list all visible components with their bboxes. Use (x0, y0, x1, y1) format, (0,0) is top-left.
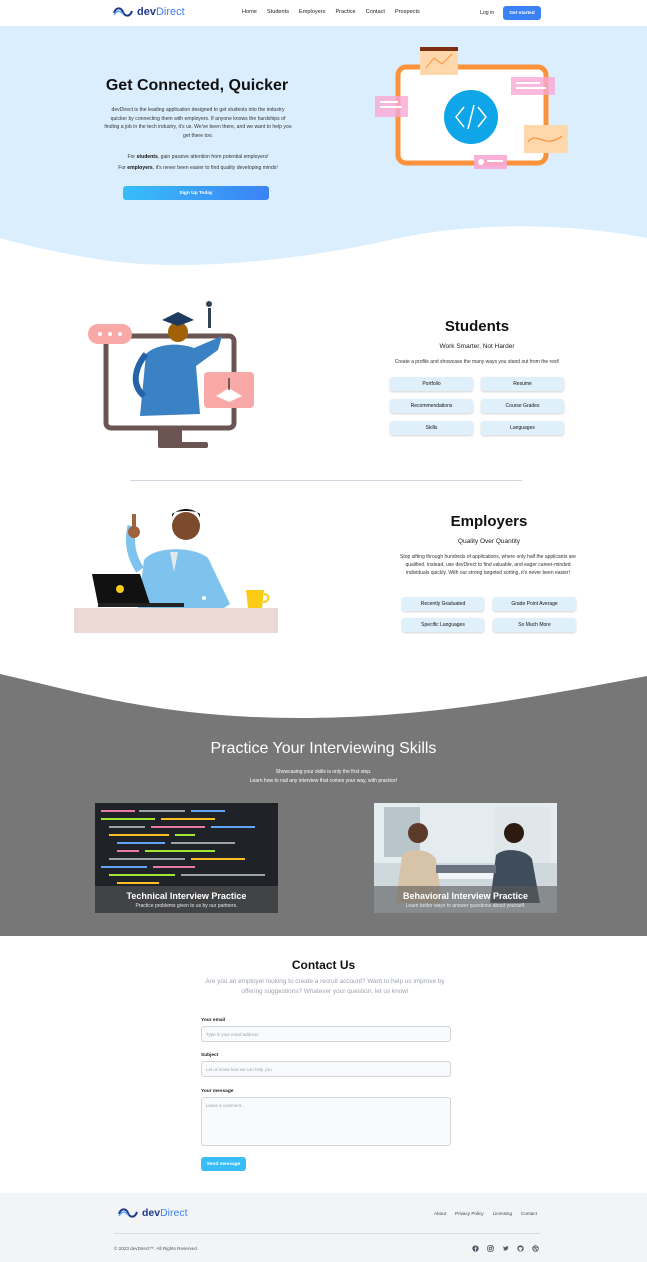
technical-interview-card[interactable]: Technical Interview Practice Practice pr… (95, 803, 278, 913)
student-illustration (88, 301, 254, 448)
footer-link-licensing[interactable]: Licensing (493, 1211, 512, 1216)
hero-employers-line: For employers, it's never been easier to… (90, 165, 306, 171)
feature-so-much-more[interactable]: So Much More (493, 618, 576, 632)
logo-dev-text: dev (137, 6, 156, 18)
dribbble-icon[interactable] (532, 1245, 539, 1252)
logo-direct-text: Direct (155, 6, 185, 18)
twitter-icon[interactable] (502, 1245, 509, 1252)
footer-logo-dev-text: dev (142, 1207, 161, 1219)
subject-field[interactable]: Let us know how we can help you (201, 1061, 451, 1077)
behavioral-card-title: Behavioral Interview Practice (402, 891, 529, 901)
technical-card-caption: Technical Interview Practice Practice pr… (95, 886, 278, 913)
footer-divider (114, 1233, 540, 1234)
students-title: Students (444, 318, 510, 335)
message-textarea[interactable]: Leave a comment... (201, 1097, 451, 1146)
email-label: Your email (201, 1018, 226, 1023)
technical-card-subtitle: Practice problems given to us by our par… (135, 903, 238, 909)
nav-link-home[interactable]: Home (242, 9, 257, 15)
hero-employers-bold: employers (127, 165, 153, 171)
footer-copyright: © 2023 devDirect™. All Rights Reserved. (114, 1246, 199, 1251)
employer-illustration (74, 509, 278, 633)
nav-link-students[interactable]: Students (267, 9, 289, 15)
hero-title: Get Connected, Quicker (105, 77, 289, 94)
feature-grade-point-average[interactable]: Grade Point Average (493, 597, 576, 611)
email-field[interactable]: Type in your email address (201, 1026, 451, 1042)
get-started-button[interactable]: Get started (503, 6, 541, 20)
section-divider (130, 480, 522, 481)
nav-link-contact[interactable]: Contact (366, 9, 385, 15)
footer-link-contact[interactable]: Contact (521, 1211, 537, 1216)
employers-title: Employers (450, 513, 528, 530)
hero-description: devDirect is the leading application des… (104, 107, 292, 139)
top-navbar: devDirect Home Students Employers Practi… (0, 0, 647, 26)
footer-logo[interactable]: devDirect (117, 1207, 188, 1219)
login-link[interactable]: Log in (480, 10, 494, 16)
nav-link-prospects[interactable]: Prospects (395, 9, 420, 15)
send-message-button[interactable]: Send message (201, 1157, 246, 1171)
practice-subtitle-line-2: Learn how to nail any interview that com… (249, 777, 398, 784)
hero-illustration (375, 47, 568, 169)
practice-subtitle: Showcasing your skills is only the first… (0, 768, 647, 785)
nav-link-employers[interactable]: Employers (299, 9, 325, 15)
sign-up-button[interactable]: Sign Up Today (123, 186, 269, 200)
hero-students-bold: students (136, 154, 158, 160)
github-icon[interactable] (517, 1245, 524, 1252)
feature-portfolio[interactable]: Portfolio (390, 377, 473, 391)
hero-students-prefix: For (127, 154, 137, 160)
students-subtitle: Work Smarter, Not Harder (439, 343, 515, 350)
hero-employers-rest: , it's never been easier to find quality… (152, 165, 278, 171)
feature-course-grades[interactable]: Course Grades (481, 399, 564, 413)
behavioral-card-subtitle: Learn better ways to answer questions ab… (405, 903, 526, 909)
hero-section: Get Connected, Quicker devDirect is the … (0, 26, 647, 266)
practice-subtitle-line-1: Showcasing your skills is only the first… (275, 769, 372, 775)
logo-icon (113, 7, 133, 17)
employers-subtitle: Quality Over Quantity (457, 538, 521, 545)
feature-skills[interactable]: Skills (390, 421, 473, 435)
contact-title: Contact Us (291, 958, 356, 972)
feature-languages[interactable]: Languages (481, 421, 564, 435)
footer-logo-direct-text: Direct (160, 1207, 188, 1219)
footer: devDirect About Privacy Policy Licensing… (0, 1193, 647, 1262)
nav-link-practice[interactable]: Practice (335, 9, 355, 15)
hero-students-rest: , gain passive attention from potential … (157, 154, 269, 160)
message-label: Your message (201, 1089, 234, 1094)
brand-logo[interactable]: devDirect (112, 6, 185, 18)
practice-title: Practice Your Interviewing Skills (210, 740, 437, 757)
feature-resume[interactable]: Resume (481, 377, 564, 391)
hero-students-line: For students, gain passive attention fro… (90, 154, 306, 160)
footer-link-about[interactable]: About (434, 1211, 446, 1216)
technical-card-title: Technical Interview Practice (126, 891, 247, 901)
behavioral-card-caption: Behavioral Interview Practice Learn bett… (374, 886, 557, 913)
employers-description: Stop sifting through hundreds of applica… (400, 554, 576, 577)
behavioral-interview-card[interactable]: Behavioral Interview Practice Learn bett… (374, 803, 557, 913)
feature-recently-graduated[interactable]: Recently Graduated (402, 597, 484, 611)
footer-links: About Privacy Policy Licensing Contact (434, 1211, 546, 1216)
nav-links: Home Students Employers Practice Contact… (242, 9, 430, 15)
footer-logo-icon (118, 1208, 138, 1218)
hero-employers-prefix: For (118, 165, 128, 171)
subject-label: Subject (201, 1053, 219, 1058)
feature-specific-languages[interactable]: Specific Languages (402, 618, 484, 632)
students-description: Create a profile and showcase the many w… (394, 359, 560, 365)
footer-link-privacy-policy[interactable]: Privacy Policy (455, 1211, 484, 1216)
feature-recommendations[interactable]: Recommendations (390, 399, 473, 413)
contact-description: Are you an employer looking to create a … (205, 978, 445, 995)
instagram-icon[interactable] (487, 1245, 494, 1252)
facebook-icon[interactable] (472, 1245, 479, 1252)
